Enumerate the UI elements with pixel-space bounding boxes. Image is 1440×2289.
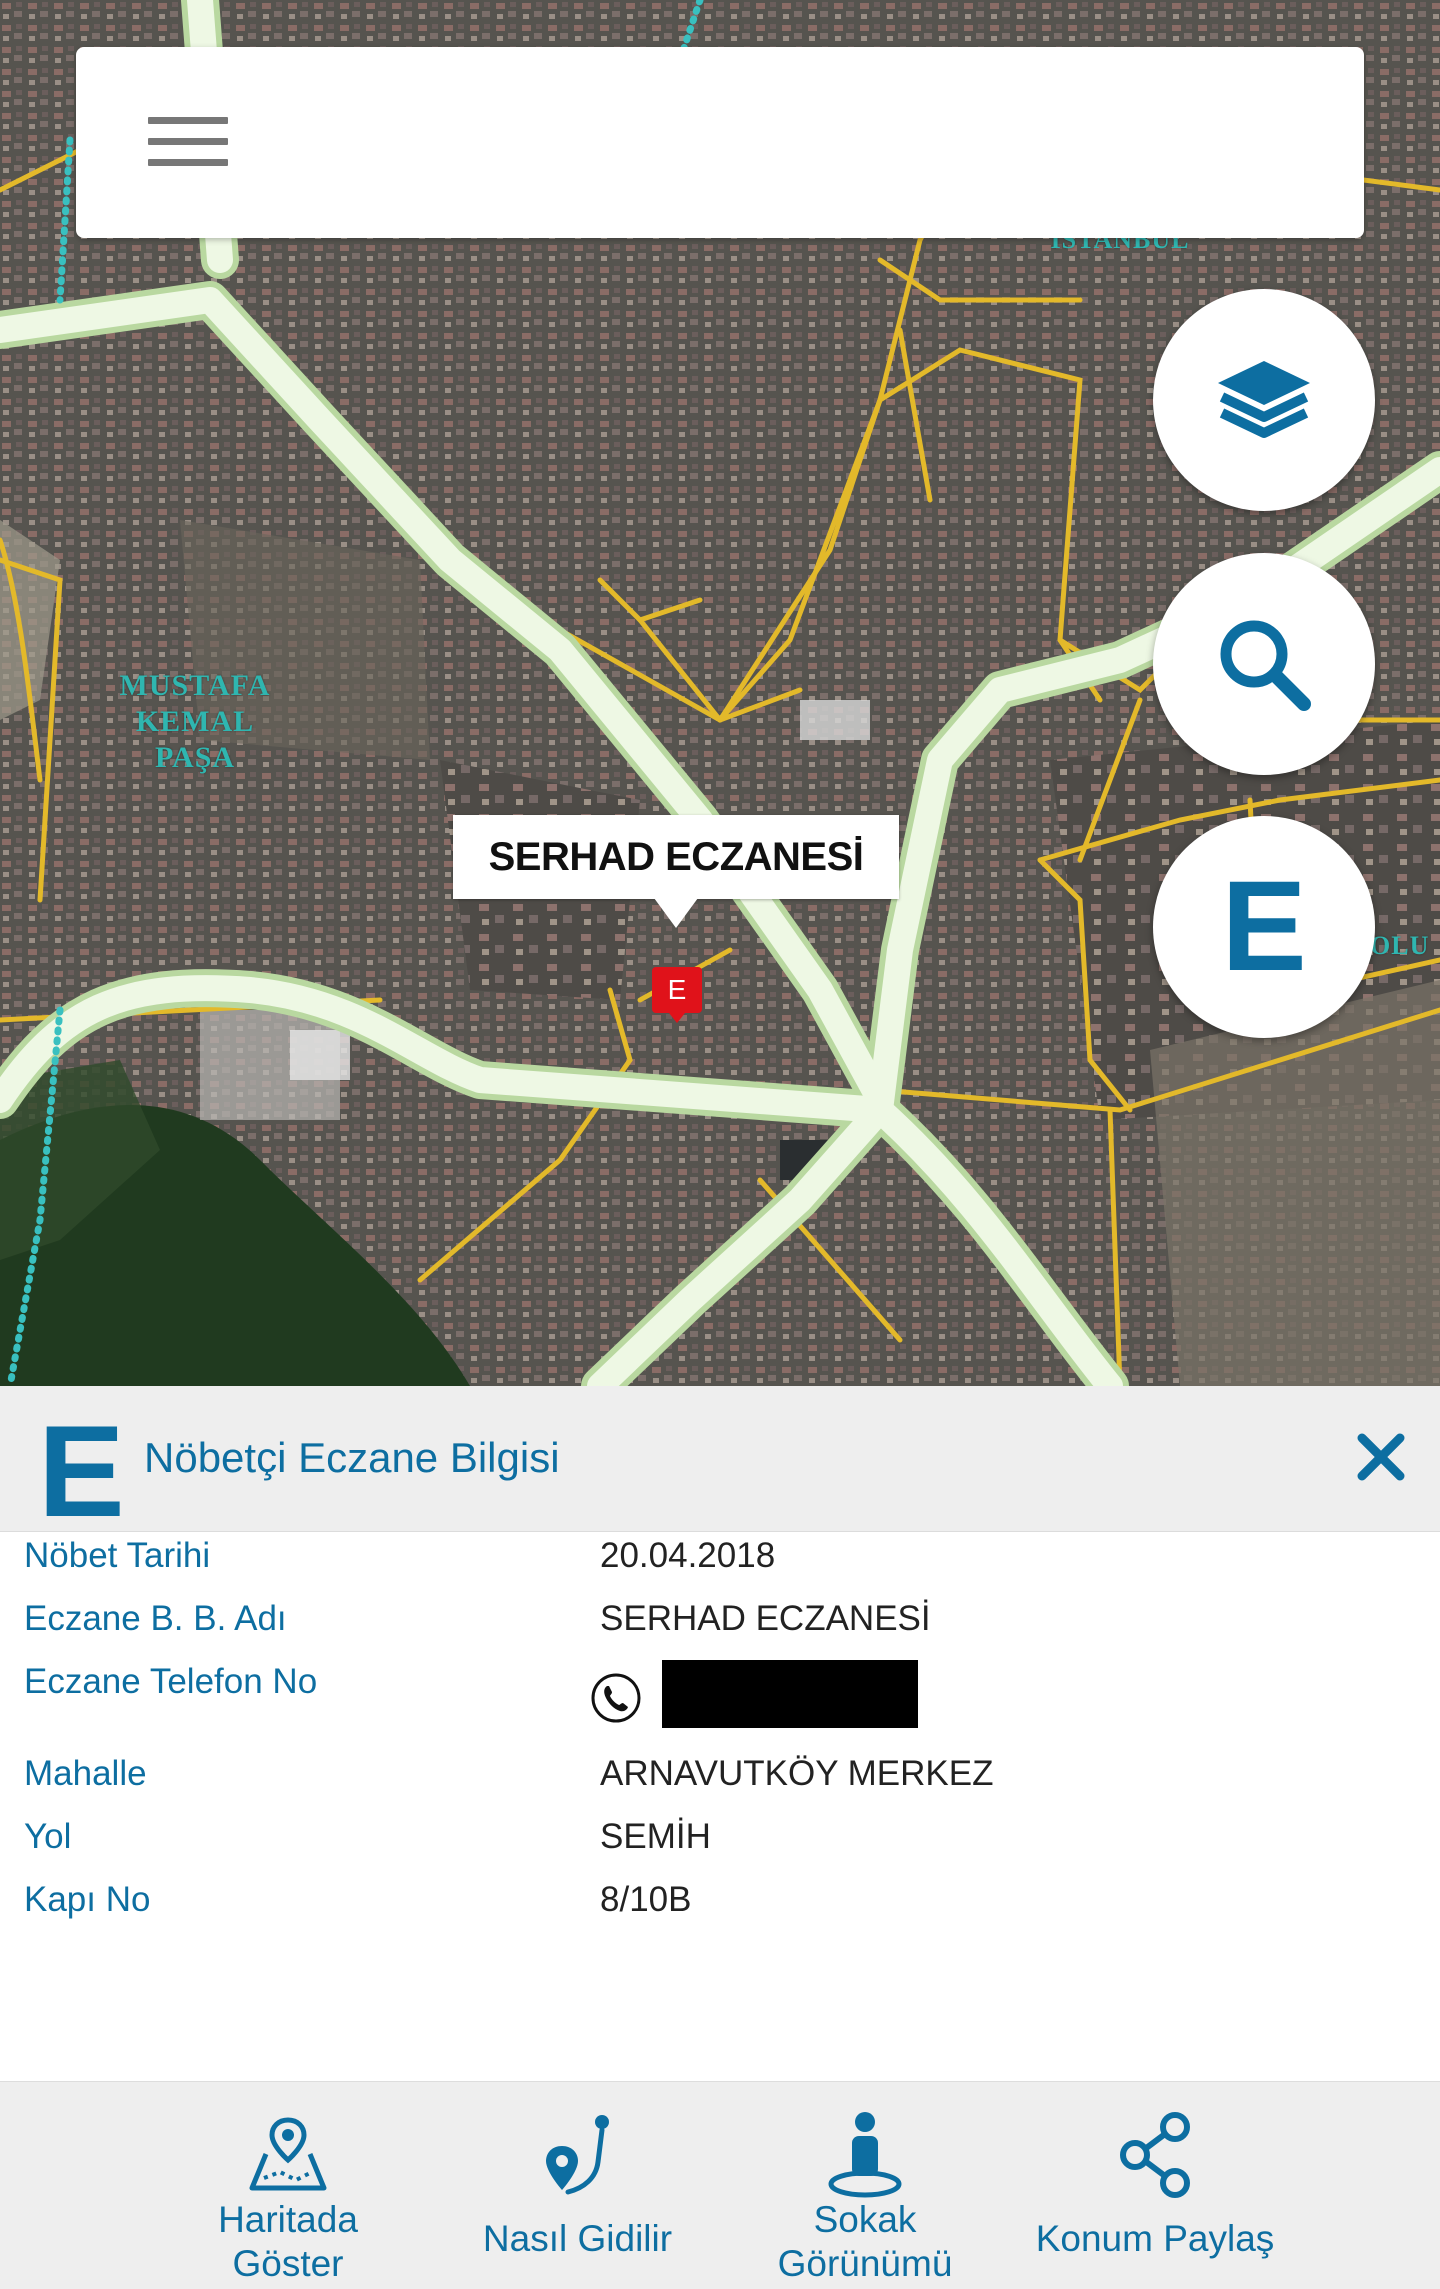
info-value: SERHAD ECZANESİ [600,1599,931,1638]
street-view-label: Sokak Görünümü [777,2199,953,2284]
info-value: 20.04.2018 [600,1536,776,1575]
phone-number-redacted[interactable] [662,1660,918,1728]
street-view-icon [828,2112,902,2198]
show-on-map-label: Haritada Göster [218,2199,358,2284]
info-row-road: Yol SEMİH [0,1817,1440,1877]
layers-icon [1218,361,1310,438]
pharmacy-logo-icon: E [38,1398,125,1544]
info-row-name: Eczane B. B. Adı SERHAD ECZANESİ [0,1599,1440,1659]
top-search-bar[interactable] [76,47,1364,238]
bottom-action-bar: Haritada Göster Nasıl Gidilir Sokak Görü… [0,2081,1440,2289]
search-button[interactable] [1153,553,1375,775]
info-row-door-no: Kapı No 8/10B [0,1880,1440,1940]
directions-button[interactable]: Nasıl Gidilir [470,2082,685,2289]
info-label: Eczane B. B. Adı [24,1599,287,1638]
pharmacy-button[interactable]: E [1153,816,1375,1038]
marker-callout[interactable]: SERHAD ECZANESİ [453,815,899,899]
marker-callout-text: SERHAD ECZANESİ [488,834,864,879]
search-icon [1220,620,1311,711]
info-label: Yol [24,1817,72,1856]
info-panel-header: E Nöbetçi Eczane Bilgisi [0,1386,1440,1536]
layers-button[interactable] [1153,289,1375,511]
street-view-button[interactable]: Sokak Görünümü [760,2082,970,2289]
close-icon[interactable] [1352,1428,1410,1486]
menu-icon[interactable] [148,117,228,173]
share-icon [1120,2112,1190,2198]
route-icon [546,2115,609,2195]
phone-icon[interactable] [590,1672,642,1724]
info-label: Mahalle [24,1754,147,1793]
map-label-mustafa-kemal-pasa: MUSTAFA KEMAL PAŞA [119,669,271,774]
directions-label: Nasıl Gidilir [482,2218,673,2259]
info-label: Kapı No [24,1880,151,1919]
pharmacy-e-icon: E [1221,855,1307,998]
map-pin-icon [249,2117,327,2191]
map-view[interactable]: MUSTAFA KEMAL PAŞA İSTANBUL OLU E SERHAD… [0,0,1440,1386]
info-label: Nöbet Tarihi [24,1536,211,1575]
info-row-phone: Eczane Telefon No [0,1660,1440,1752]
share-location-label: Konum Paylaş [1035,2218,1275,2259]
info-value: 8/10B [600,1880,692,1919]
info-label: Eczane Telefon No [24,1662,318,1701]
info-value: ARNAVUTKÖY MERKEZ [600,1754,994,1793]
panel-title: Nöbetçi Eczane Bilgisi [144,1434,560,1481]
info-value: SEMİH [600,1817,711,1856]
pharmacy-map-pin[interactable]: E [652,967,702,1023]
info-row-neighborhood: Mahalle ARNAVUTKÖY MERKEZ [0,1754,1440,1814]
marker-callout-tail [654,898,698,928]
share-location-button[interactable]: Konum Paylaş [1020,2082,1290,2289]
show-on-map-button[interactable]: Haritada Göster [188,2082,388,2289]
pin-letter: E [667,974,687,1005]
map-label-edge: OLU [1370,931,1430,960]
info-row-date: Nöbet Tarihi 20.04.2018 [0,1536,1440,1596]
